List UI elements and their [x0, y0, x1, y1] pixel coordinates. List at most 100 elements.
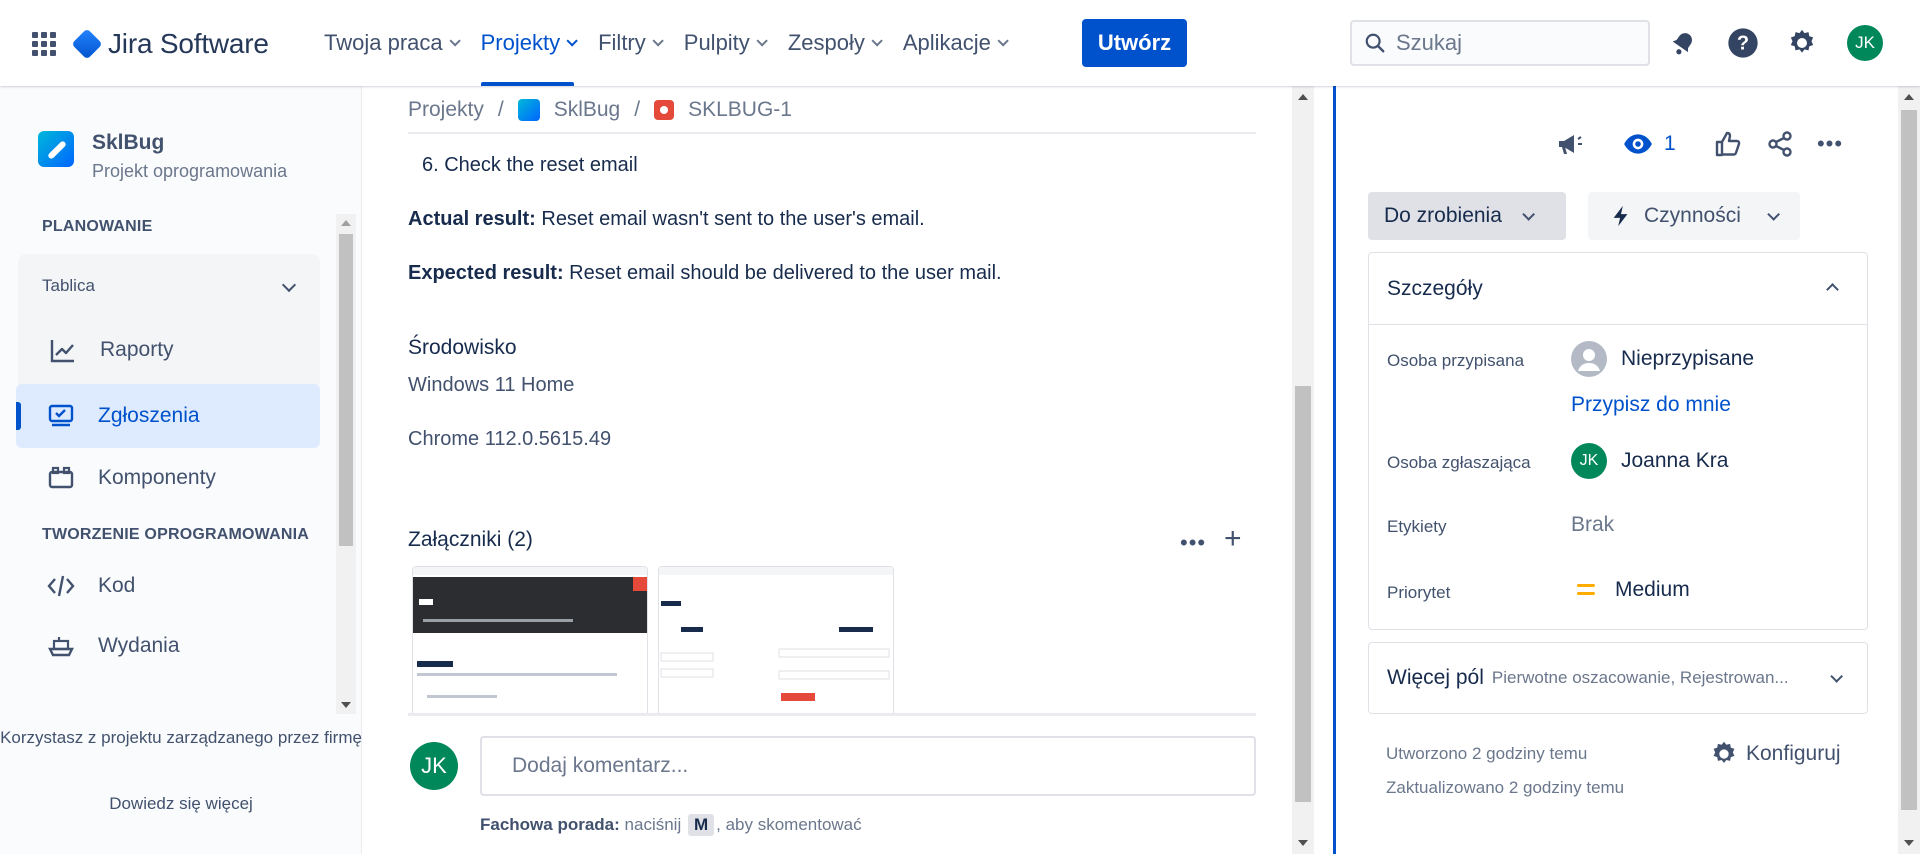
actions-dropdown[interactable]: Czynności [1588, 192, 1800, 240]
scroll-up-arrow-icon[interactable] [341, 220, 351, 226]
create-button[interactable]: Utwórz [1082, 19, 1187, 67]
scroll-up-arrow-icon[interactable] [1904, 94, 1914, 100]
sidebar-item-releases[interactable]: Wydania [16, 614, 320, 678]
nav-apps[interactable]: Aplikacje [891, 0, 1017, 86]
sidebar-scrollbar[interactable] [336, 214, 356, 714]
apps-grid-icon[interactable] [32, 32, 56, 56]
breadcrumb-project[interactable]: SklBug [554, 98, 621, 122]
unassigned-avatar-icon [1571, 341, 1607, 377]
chevron-down-icon [997, 35, 1009, 47]
notifications-icon[interactable] [1664, 24, 1702, 62]
assignee-value[interactable]: Nieprzypisane [1571, 341, 1754, 377]
attachment-thumbnail[interactable] [412, 566, 648, 714]
project-avatar-icon [38, 131, 74, 167]
reporter-value[interactable]: JK Joanna Kra [1571, 443, 1728, 479]
scroll-down-arrow-icon[interactable] [341, 702, 351, 708]
sidebar-item-board[interactable]: Tablica [42, 276, 95, 296]
chevron-down-icon [652, 35, 664, 47]
jira-logo[interactable]: Jira Software [71, 28, 269, 60]
share-icon[interactable] [1762, 126, 1798, 162]
labels-label: Etykiety [1387, 517, 1447, 536]
scrollbar-thumb[interactable] [339, 234, 353, 546]
issue-main-content: Projekty / SklBug / SKLBUG-1 6. Check th… [362, 86, 1292, 854]
details-card: Szczegóły Osoba przypisana Nieprzypisane… [1368, 252, 1868, 630]
main-nav: Twoja praca Projekty Filtry Pulpity Zesp… [312, 0, 1017, 86]
sidebar-item-label: Wydania [98, 634, 180, 657]
settings-icon[interactable] [1783, 24, 1821, 62]
panel-scrollbar[interactable] [1898, 86, 1920, 854]
more-options-icon[interactable]: ••• [1810, 126, 1850, 162]
learn-more-link[interactable]: Dowiedz się więcej [0, 794, 362, 814]
more-fields-section[interactable]: Więcej pól Pierwotne oszacowanie, Rejest… [1368, 642, 1868, 714]
assignee-label: Osoba przypisana [1387, 351, 1525, 370]
environment-os: Windows 11 Home [408, 374, 575, 396]
watchers-button[interactable]: 1 [1622, 126, 1676, 162]
nav-label: Twoja praca [324, 30, 443, 55]
tip-text: , aby skomentować [716, 815, 862, 834]
nav-filters[interactable]: Filtry [586, 0, 672, 86]
reporter-label: Osoba zgłaszająca [1387, 453, 1531, 472]
priority-value[interactable]: Medium [1571, 575, 1690, 605]
sidebar-item-code[interactable]: Kod [16, 554, 320, 618]
expected-result: Expected result: Reset email should be d… [408, 262, 1002, 285]
sidebar-item-label: Kod [98, 574, 136, 597]
environment-browser: Chrome 112.0.5615.49 [408, 428, 612, 450]
more-fields-summary: Pierwotne oszacowanie, Rejestrowan... [1491, 668, 1789, 687]
chevron-up-icon[interactable] [1826, 283, 1839, 296]
divider [408, 713, 1256, 716]
created-timestamp: Utworzono 2 godziny temu [1386, 744, 1588, 763]
scroll-down-arrow-icon[interactable] [1298, 840, 1308, 846]
sidebar-item-components[interactable]: Komponenty [16, 446, 320, 510]
reporter-name: Joanna Kra [1621, 449, 1729, 472]
nav-dashboards[interactable]: Pulpity [672, 0, 776, 86]
chart-icon [50, 340, 74, 363]
actual-result: Actual result: Reset email wasn't sent t… [408, 208, 925, 231]
keyboard-shortcut: M [687, 814, 715, 836]
lightning-icon [1613, 205, 1628, 227]
top-navigation: Jira Software Twoja praca Projekty Filtr… [0, 0, 1920, 86]
priority-label: Priorytet [1387, 583, 1451, 602]
search-box[interactable] [1350, 20, 1650, 66]
labels-value[interactable]: Brak [1571, 513, 1614, 537]
chevron-down-icon [566, 35, 578, 47]
project-header[interactable]: SklBug Projekt oprogramowania [38, 131, 287, 182]
scroll-up-arrow-icon[interactable] [1298, 94, 1308, 100]
description-step: 6. Check the reset email [422, 154, 638, 176]
breadcrumb-projects[interactable]: Projekty [408, 98, 484, 122]
commenter-avatar: JK [410, 742, 458, 790]
details-header[interactable]: Szczegóły [1369, 253, 1867, 325]
breadcrumb-issue-key[interactable]: SKLBUG-1 [688, 98, 792, 122]
attachment-thumbnail[interactable] [658, 566, 894, 714]
watch-count: 1 [1664, 132, 1676, 155]
scrollbar-thumb[interactable] [1295, 386, 1311, 802]
nav-projects[interactable]: Projekty [469, 0, 586, 86]
thumbs-up-icon[interactable] [1710, 126, 1746, 162]
configure-button[interactable]: Konfiguruj [1710, 740, 1841, 768]
sidebar-item-reports[interactable]: Raporty [18, 318, 318, 382]
main-scrollbar[interactable] [1292, 86, 1314, 854]
configure-label: Konfiguruj [1746, 742, 1841, 765]
sidebar-menu: PLANOWANIE Tablica Raporty Zgłoszenia Ko… [0, 208, 362, 708]
expected-result-label: Expected result: [408, 262, 564, 284]
chevron-down-icon [1522, 207, 1535, 221]
sidebar-item-issues[interactable]: Zgłoszenia [16, 384, 320, 448]
user-avatar[interactable]: JK [1847, 25, 1883, 61]
comment-input[interactable]: Dodaj komentarz... [480, 736, 1256, 796]
scroll-down-arrow-icon[interactable] [1904, 840, 1914, 846]
nav-your-work[interactable]: Twoja praca [312, 0, 469, 86]
feedback-megaphone-icon[interactable] [1550, 126, 1588, 162]
scrollbar-thumb[interactable] [1901, 110, 1917, 810]
actions-label: Czynności [1644, 204, 1741, 227]
project-name: SklBug [92, 131, 165, 154]
add-attachment-icon[interactable]: + [1224, 522, 1242, 556]
sidebar-item-label: Komponenty [98, 466, 216, 489]
status-dropdown[interactable]: Do zrobienia [1368, 192, 1566, 240]
nav-teams[interactable]: Zespoły [776, 0, 891, 86]
status-label: Do zrobienia [1384, 204, 1502, 227]
screenshot-preview-image [659, 567, 893, 713]
assign-to-me-link[interactable]: Przypisz do mnie [1571, 393, 1731, 417]
help-icon[interactable]: ? [1724, 24, 1762, 62]
managed-project-note: Korzystasz z projektu zarządzanego przez… [0, 728, 362, 747]
search-input[interactable] [1396, 30, 1636, 56]
more-icon[interactable]: ••• [1180, 530, 1206, 556]
